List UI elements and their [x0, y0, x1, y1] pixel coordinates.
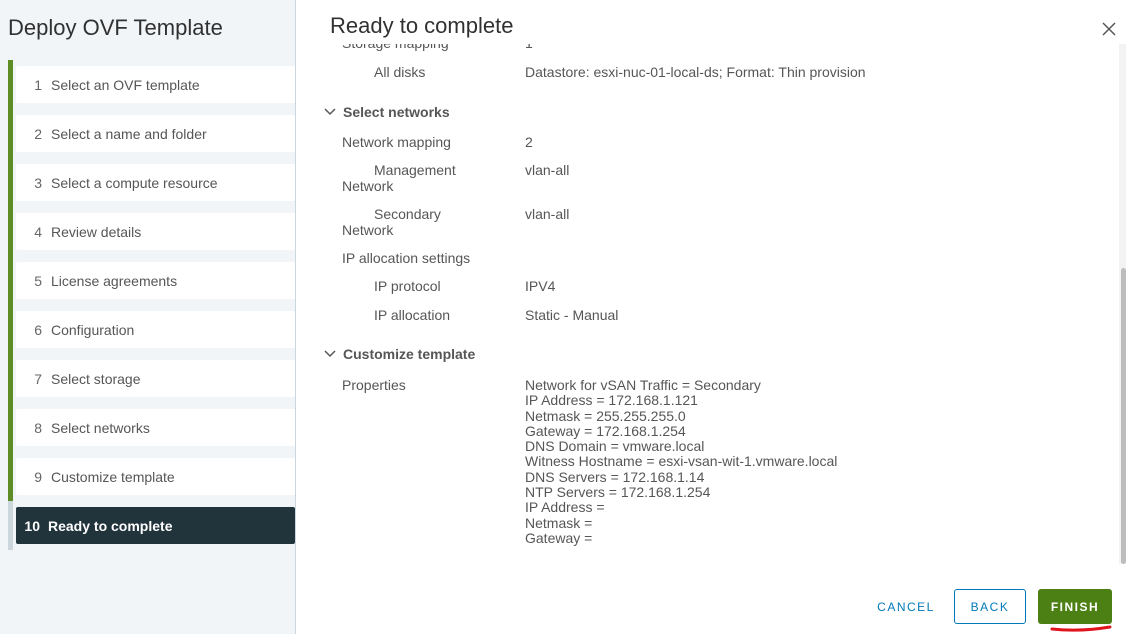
step-number: 8	[34, 419, 42, 436]
step-9[interactable]: 9 Customize template	[8, 452, 295, 501]
properties-label: Properties	[342, 377, 406, 393]
close-button[interactable]	[1100, 20, 1118, 38]
finish-button[interactable]: FINISH	[1038, 589, 1112, 624]
ip-protocol-value: IPV4	[525, 278, 556, 294]
step-7[interactable]: 7 Select storage	[8, 354, 295, 403]
management-network-value: vlan-all	[525, 162, 570, 178]
network-mapping-value: 2	[525, 134, 533, 150]
customize-template-section[interactable]: Customize template	[324, 346, 475, 362]
property-line: DNS Domain = vmware.local	[525, 438, 705, 455]
step-number: 1	[34, 76, 42, 93]
step-progress-bar	[8, 109, 13, 158]
property-line: Netmask =	[525, 514, 593, 531]
back-button[interactable]: BACK	[954, 589, 1026, 624]
step-3[interactable]: 3 Select a compute resource	[8, 158, 295, 207]
ip-protocol-label: IP protocol	[374, 278, 441, 294]
scrollbar-thumb[interactable]	[1121, 268, 1126, 564]
network-mapping-label: Network mapping	[342, 134, 451, 150]
secondary-network-label: Secondary	[374, 206, 441, 222]
step-number: 9	[34, 468, 42, 485]
step-label: Select a compute resource	[51, 174, 218, 191]
step-label: Select an OVF template	[51, 76, 200, 93]
step-progress-bar	[8, 452, 13, 501]
property-line: Witness Hostname = esxi-vsan-wit-1.vmwar…	[525, 453, 838, 470]
property-line: Network for vSAN Traffic = Secondary	[525, 377, 761, 393]
step-4[interactable]: 4 Review details	[8, 207, 295, 256]
step-label: License agreements	[51, 272, 178, 289]
step-number: 4	[34, 223, 42, 240]
management-network-label: Management	[374, 162, 456, 178]
all-disks-value: Datastore: esxi-nuc-01-local-ds; Format:…	[525, 64, 866, 80]
step-label: Select a name and folder	[51, 125, 207, 142]
step-progress-bar	[8, 501, 13, 550]
step-8[interactable]: 8 Select networks	[8, 403, 295, 452]
step-label: Select networks	[51, 419, 150, 436]
ip-allocation-label: IP allocation	[374, 307, 451, 323]
property-line: Gateway = 172.168.1.254	[525, 422, 686, 439]
all-disks-label: All disks	[374, 64, 426, 80]
select-networks-section[interactable]: Select networks	[324, 104, 450, 120]
property-line: IP Address =	[525, 499, 605, 516]
step-list: 1 Select an OVF template 2 Select a name a…	[8, 60, 295, 556]
step-progress-bar	[8, 207, 13, 256]
close-icon	[1102, 22, 1116, 36]
wizard-title: Deploy OVF Template	[8, 15, 223, 40]
section-label: Customize template	[343, 346, 476, 362]
property-line: DNS Servers = 172.168.1.14	[525, 468, 705, 485]
chevron-down-icon	[324, 108, 336, 116]
property-line: IP Address = 172.168.1.121	[525, 392, 698, 409]
storage-mapping-value: 1	[525, 44, 533, 51]
step-label: Review details	[51, 223, 142, 240]
step-progress-bar	[8, 354, 13, 403]
step-10-active[interactable]: 10 Ready to complete	[8, 501, 295, 550]
step-1[interactable]: 1 Select an OVF template	[8, 60, 295, 109]
chevron-down-icon	[324, 350, 336, 358]
step-number: 5	[34, 272, 42, 289]
annotation-underline	[1050, 625, 1112, 632]
secondary-network-value: vlan-all	[525, 206, 570, 222]
review-content: Storage mapping 1 All disks Datastore: e…	[296, 44, 1114, 564]
page-title: Ready to complete	[330, 13, 514, 38]
step-progress-bar	[8, 305, 13, 354]
property-line: Netmask = 255.255.255.0	[525, 407, 686, 424]
management-network-label-line2: Network	[342, 178, 394, 194]
step-5[interactable]: 5 License agreements	[8, 256, 295, 305]
step-label: Customize template	[51, 468, 175, 485]
wizard-sidebar: Deploy OVF Template 1 Select an OVF templ…	[0, 0, 296, 634]
property-line: Gateway =	[525, 529, 593, 546]
storage-mapping-label: Storage mapping	[342, 44, 449, 51]
step-progress-bar	[8, 158, 13, 207]
step-number: 7	[34, 370, 42, 387]
secondary-network-label-line2: Network	[342, 222, 394, 238]
step-label: Select storage	[51, 370, 141, 387]
section-label: Select networks	[343, 104, 450, 120]
cancel-button[interactable]: CANCEL	[868, 589, 944, 624]
step-progress-bar	[8, 403, 13, 452]
step-number: 6	[34, 321, 42, 338]
step-2[interactable]: 2 Select a name and folder	[8, 109, 295, 158]
step-number: 3	[34, 174, 42, 191]
properties-list: Network for vSAN Traffic = Secondary IP …	[525, 377, 838, 546]
step-label: Ready to complete	[48, 517, 173, 534]
property-line: NTP Servers = 172.168.1.254	[525, 484, 711, 501]
step-label: Configuration	[51, 321, 135, 338]
step-6[interactable]: 6 Configuration	[8, 305, 295, 354]
step-number: 10	[24, 517, 40, 534]
step-progress-bar	[8, 60, 13, 109]
ip-allocation-value: Static - Manual	[525, 307, 619, 323]
step-number: 2	[34, 125, 42, 142]
step-progress-bar	[8, 256, 13, 305]
ip-allocation-settings-label: IP allocation settings	[342, 250, 471, 266]
